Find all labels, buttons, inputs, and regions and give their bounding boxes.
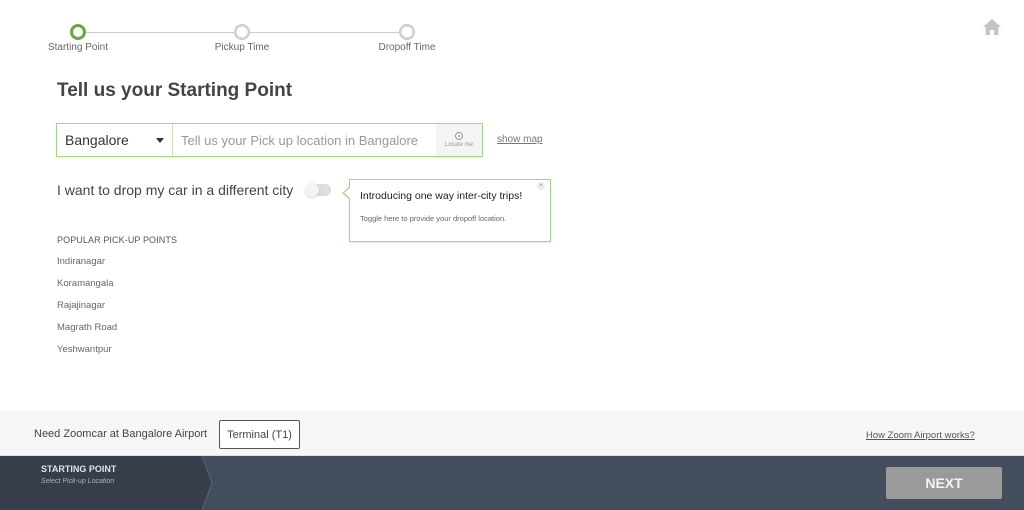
tooltip-body: Toggle here to provide your dropoff loca… (360, 214, 507, 223)
toggle-knob (305, 183, 319, 197)
page-title: Tell us your Starting Point (57, 80, 293, 101)
footer-bar: STARTING POINT Select Pick-up Location N… (0, 456, 1024, 510)
crosshair-icon (455, 132, 463, 140)
step-label: Starting Point (47, 42, 109, 53)
step-circle-icon (70, 24, 86, 40)
step-starting-point[interactable]: Starting Point (18, 24, 138, 53)
step-label: Pickup Time (214, 42, 270, 53)
airport-text: Need Zoomcar at Bangalore Airport (34, 428, 208, 440)
chevron-down-icon (156, 137, 164, 143)
pickup-location-input[interactable] (173, 124, 436, 156)
terminal-button[interactable]: Terminal (T1) (219, 420, 300, 449)
progress-stepper: Starting Point Pickup Time Dropoff Time (0, 12, 1024, 53)
next-button[interactable]: NEXT (886, 467, 1002, 499)
pickup-search-box: Bangalore Locate me (56, 123, 483, 157)
how-airport-works-link[interactable]: How Zoom Airport works? (866, 430, 975, 441)
step-circle-icon (234, 24, 250, 40)
city-select[interactable]: Bangalore (57, 124, 173, 156)
city-select-value: Bangalore (65, 132, 129, 148)
intercity-tooltip: × Introducing one way inter-city trips! … (342, 179, 551, 242)
popular-item[interactable]: Indiranagar (57, 256, 177, 267)
popular-item[interactable]: Yeshwantpur (57, 344, 177, 355)
step-dropoff-time[interactable]: Dropoff Time (347, 24, 467, 53)
home-icon[interactable] (982, 18, 1002, 36)
popular-heading: POPULAR PICK-UP POINTS (57, 235, 178, 245)
drop-different-city-toggle[interactable] (305, 183, 331, 197)
locate-me-button[interactable]: Locate me (436, 124, 482, 156)
show-map-link[interactable]: show map (497, 134, 543, 145)
drop-different-city-label: I want to drop my car in a different cit… (57, 182, 294, 198)
popular-item[interactable]: Rajajinagar (57, 300, 177, 311)
step-circle-icon (399, 24, 415, 40)
step-label: Dropoff Time (378, 42, 436, 53)
popular-item[interactable]: Magrath Road (57, 322, 177, 333)
popular-pickup-points: POPULAR PICK-UP POINTS Indiranagar Koram… (57, 235, 177, 355)
breadcrumb-arrow-divider (201, 456, 213, 510)
locate-me-label: Locate me (444, 142, 474, 148)
popular-item[interactable]: Koramangala (57, 278, 177, 289)
close-icon[interactable]: × (537, 182, 545, 190)
step-pickup-time[interactable]: Pickup Time (182, 24, 302, 53)
airport-bar: Need Zoomcar at Bangalore Airport Termin… (0, 411, 1024, 456)
tooltip-title: Introducing one way inter-city trips! (360, 190, 523, 202)
